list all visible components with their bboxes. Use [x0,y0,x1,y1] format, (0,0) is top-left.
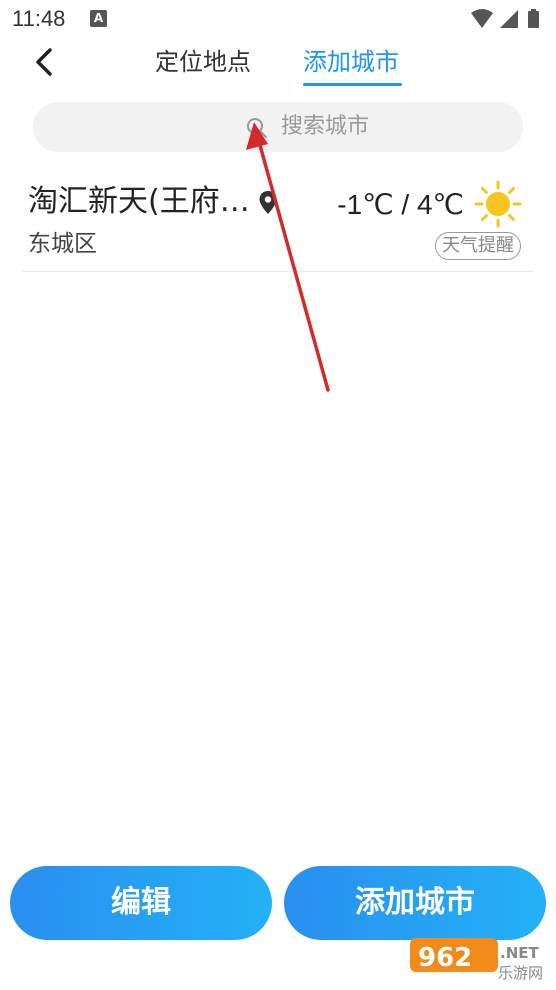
sun-icon [474,180,522,228]
watermark-logo: 962 .NET 乐游网 [410,938,543,982]
wifi-icon [471,9,493,28]
city-name: 淘汇新天(王府… [28,184,250,219]
cell-signal-icon [500,10,518,28]
active-tab-indicator [303,83,402,86]
notification-a-icon: A [90,10,107,27]
status-bar: 11:48 A [0,0,556,38]
search-input[interactable]: 搜索城市 [33,102,523,152]
edit-button[interactable]: 编辑 [10,866,272,940]
search-icon [247,118,267,138]
weather-remind-button[interactable]: 天气提醒 [435,232,521,260]
add-city-button[interactable]: 添加城市 [284,866,546,940]
city-temperature: -1℃ / 4℃ [337,189,464,220]
status-icons [471,9,539,28]
watermark-subtitle: 乐游网 [498,964,543,982]
watermark-suffix: .NET [500,944,539,962]
status-time: 11:48 [12,6,66,31]
search-placeholder: 搜索城市 [281,114,370,139]
location-pin-icon [259,191,277,214]
city-list-item[interactable]: 淘汇新天(王府… 东城区 -1℃ / 4℃ 天气提醒 [22,172,534,272]
tab-location[interactable]: 定位地点 [155,46,251,78]
watermark-brand: 962 [418,943,472,973]
tab-add-city[interactable]: 添加城市 [303,46,399,78]
battery-icon [528,9,539,28]
city-district: 东城区 [28,231,97,257]
back-button[interactable] [28,44,62,80]
